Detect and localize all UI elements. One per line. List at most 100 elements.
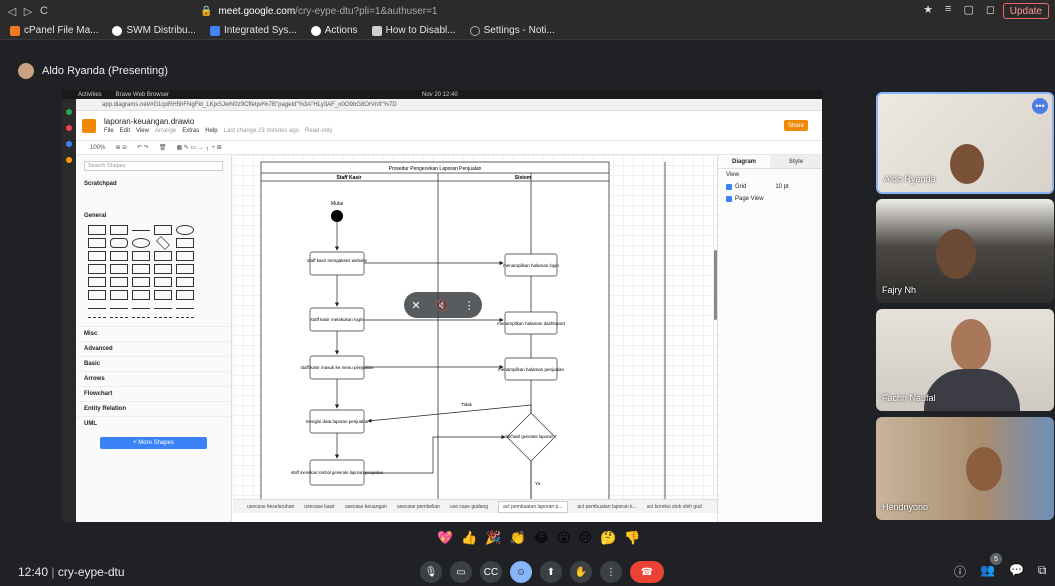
category-advanced: Advanced xyxy=(76,341,231,356)
bookmark-star-icon[interactable]: ★ xyxy=(923,3,933,16)
camera-icon: ▭ xyxy=(456,566,466,578)
read-only-badge: Read-only xyxy=(305,128,333,134)
drawio-toolbar: 100% ⊕ ⊖ ↶ ↷ 🗑 ▦ ✎ ▭ → ┐ + ⊞ xyxy=(62,141,822,155)
reactions-button[interactable]: ☺ xyxy=(510,561,532,583)
window-icon[interactable]: ◻ xyxy=(986,3,995,16)
mute-off-icon[interactable]: 🔇 xyxy=(435,299,449,312)
os-topbar: Activities Brave Web Browser Nov 20 12:4… xyxy=(62,90,822,99)
avatar xyxy=(18,63,34,79)
start-node xyxy=(331,210,343,222)
shapes-search-input: Search Shapes xyxy=(84,161,223,171)
present-button[interactable]: ⬆ xyxy=(540,561,562,583)
pageview-label: Page View xyxy=(735,196,764,202)
thumbs-down-reaction[interactable]: 👎 xyxy=(624,530,640,546)
bookmarks-bar: cPanel File Ma... SWM Distribu... Integr… xyxy=(0,22,1055,40)
start-label: Mulai xyxy=(331,201,343,207)
tile-options-button[interactable]: ••• xyxy=(1032,98,1048,114)
page-tab: use case gudang xyxy=(449,503,489,510)
clap-reaction[interactable]: 👏 xyxy=(510,530,526,546)
laugh-reaction[interactable]: 😂 xyxy=(534,530,549,546)
bookmark-settings[interactable]: Settings - Noti... xyxy=(469,25,555,36)
dock-app-icon xyxy=(66,109,72,115)
avatar-body xyxy=(924,369,1020,411)
category-flowchart: Flowchart xyxy=(76,386,231,401)
gear-icon xyxy=(469,25,480,36)
step-4: mengisi data laporan penjualan xyxy=(306,409,369,434)
drawio-header: laporan-keuangan.drawio File Edit View A… xyxy=(62,111,822,141)
presenter-bar: Aldo Ryanda (Presenting) xyxy=(18,62,168,80)
bookmark-integrated[interactable]: Integrated Sys... xyxy=(209,25,297,36)
update-button[interactable]: Update xyxy=(1002,3,1049,19)
page-tab: usecase keuangan xyxy=(344,503,387,510)
shapes-panel: Search Shapes Scratchpad General Misc Ad… xyxy=(76,155,232,522)
page-tab: usecase kasir xyxy=(304,503,335,510)
system-step-1-label: menampilkan halaman login xyxy=(503,263,560,268)
os-activities: Activities xyxy=(78,91,102,98)
category-basic: Basic xyxy=(76,356,231,371)
call-controls: 🎙 ▭ CC ☺ ⬆ ✋ ⋮ ☎ xyxy=(420,561,664,583)
bookmark-howto[interactable]: How to Disabl... xyxy=(371,25,456,36)
chat-icon[interactable]: 💬 xyxy=(1009,563,1024,580)
drawio-menu: File Edit View Arrange Extras Help Last … xyxy=(104,128,332,134)
participant-tile-hendriyono[interactable]: Hendriyono xyxy=(876,417,1054,520)
more-options-icon[interactable]: ⋮ xyxy=(464,299,475,312)
bookmark-swm[interactable]: SWM Distribu... xyxy=(112,25,196,36)
sidebar-icon[interactable]: ▢ xyxy=(963,3,973,16)
step-2: staff kasir melakukan login xyxy=(309,307,365,332)
tab-style: Style xyxy=(770,155,822,168)
participant-tile-aldo[interactable]: ••• Aldo Ryanda xyxy=(876,92,1054,194)
bookmark-cpanel[interactable]: cPanel File Ma... xyxy=(10,25,98,36)
participant-name: Aldo Ryanda xyxy=(884,174,936,184)
heart-reaction[interactable]: 💖 xyxy=(437,530,453,546)
browser-toolbar: ◁ ▷ C 🔒 meet.google.com/cry-eype-dtu?pli… xyxy=(0,0,1055,22)
participant-name: Fajry Nh xyxy=(882,285,917,295)
github-icon xyxy=(310,25,321,36)
share-scroll-handle[interactable] xyxy=(714,250,717,320)
participant-tile-fajry[interactable]: Fajry Nh xyxy=(876,199,1054,303)
meeting-info: 12:40 | cry-eype-dtu xyxy=(18,565,125,579)
sad-reaction[interactable]: 😢 xyxy=(579,530,593,546)
pin-off-icon[interactable]: ✕ xyxy=(411,299,420,312)
side-controls: ⓘ 👥 💬 ⧉ xyxy=(954,563,1047,580)
swm-icon xyxy=(112,25,123,36)
more-vert-icon: ⋮ xyxy=(606,566,616,578)
raise-hand-button[interactable]: ✋ xyxy=(570,561,592,583)
yes-label: Ya xyxy=(535,481,541,486)
step-5-label: staff menekan tombol generate laporan pe… xyxy=(291,470,384,475)
forward-button[interactable]: ▷ xyxy=(20,5,36,18)
meeting-code: cry-eype-dtu xyxy=(57,565,125,579)
surprised-reaction[interactable]: 😮 xyxy=(557,530,571,546)
avatar xyxy=(950,144,984,184)
camera-button[interactable]: ▭ xyxy=(450,561,472,583)
bookmark-actions[interactable]: Actions xyxy=(310,25,358,36)
page-tab: act pembuatan laporan k... xyxy=(577,503,637,510)
page-tab-active: act pembuatan laporan p... xyxy=(498,500,568,513)
grid-checkbox xyxy=(726,184,732,190)
diagram-title: Prosedur Pengecekan Laporan Penjualan xyxy=(389,166,482,172)
thinking-reaction[interactable]: 🤔 xyxy=(600,530,616,546)
undo-icon: ↶ ↷ xyxy=(137,145,149,151)
lane-right-label: Sistem xyxy=(515,175,532,181)
back-button[interactable]: ◁ xyxy=(4,5,20,18)
party-reaction[interactable]: 🎉 xyxy=(485,530,501,546)
address-bar[interactable]: 🔒 meet.google.com/cry-eype-dtu?pli=1&aut… xyxy=(200,3,860,19)
diagram-canvas: Prosedur Pengecekan Laporan Penjualan St… xyxy=(233,155,717,499)
reading-list-icon[interactable]: ≡ xyxy=(945,3,951,16)
leave-call-button[interactable]: ☎ xyxy=(630,561,664,583)
captions-button[interactable]: CC xyxy=(480,561,502,583)
reaction-bar: 💖 👍 🎉 👏 😂 😮 😢 🤔 👎 xyxy=(437,530,640,546)
reload-button[interactable]: C xyxy=(36,5,52,17)
presenter-label: Aldo Ryanda (Presenting) xyxy=(42,65,168,77)
activities-icon[interactable]: ⧉ xyxy=(1038,563,1047,580)
more-options-button[interactable]: ⋮ xyxy=(600,561,622,583)
participant-tile-fachri[interactable]: Fachri Naufal xyxy=(876,309,1054,411)
people-icon[interactable]: 👥 xyxy=(980,563,995,580)
thumbs-up-reaction[interactable]: 👍 xyxy=(461,530,477,546)
category-uml: UML xyxy=(76,416,231,431)
page-tabs: usecase keseluruhan usecase kasir usecas… xyxy=(233,499,717,513)
activity-diagram: Prosedur Pengecekan Laporan Penjualan St… xyxy=(260,161,666,499)
microphone-button[interactable]: 🎙 xyxy=(420,561,442,583)
os-dock xyxy=(62,99,76,522)
microphone-icon: 🎙 xyxy=(424,566,438,578)
info-icon[interactable]: ⓘ xyxy=(954,563,966,580)
